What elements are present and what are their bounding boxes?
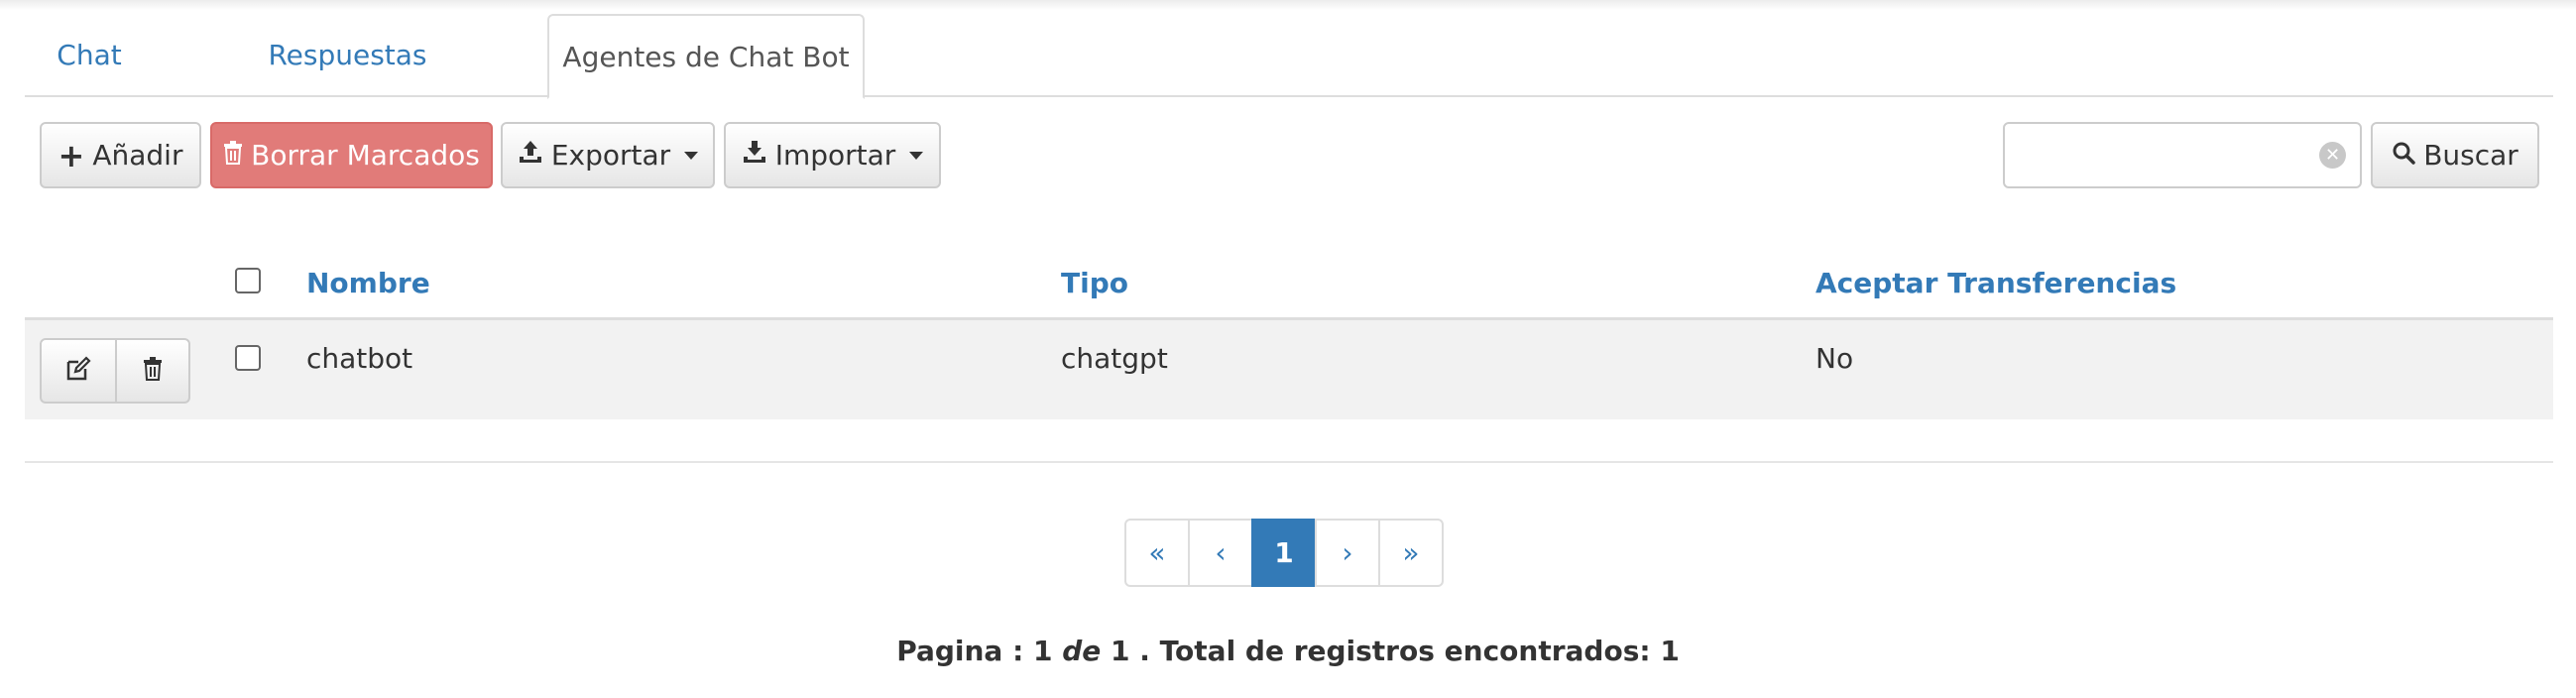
cell-tipo: chatgpt — [1061, 342, 1168, 375]
upload-icon — [518, 139, 543, 172]
export-button[interactable]: Exportar — [501, 122, 715, 188]
total-records: 1 — [1660, 635, 1680, 667]
plus-icon: + — [58, 136, 85, 174]
delete-marked-label: Borrar Marcados — [251, 139, 480, 172]
import-button[interactable]: Importar — [724, 122, 941, 188]
de-label: de — [1062, 635, 1102, 667]
cell-nombre: chatbot — [306, 342, 413, 375]
first-page-button[interactable]: « — [1124, 519, 1190, 587]
pagination-info: Pagina : 1 de 1 . Total de registros enc… — [0, 635, 2576, 667]
column-header-tipo[interactable]: Tipo — [1061, 267, 1128, 299]
select-all-checkbox[interactable] — [235, 268, 261, 293]
column-header-nombre[interactable]: Nombre — [306, 267, 430, 299]
cell-aceptar-transferencias: No — [1815, 342, 1854, 375]
chevron-down-icon — [909, 151, 924, 160]
current-page-number: 1 — [1033, 635, 1053, 667]
top-shadow — [0, 0, 2576, 10]
import-label: Importar — [774, 139, 896, 172]
trash-icon — [143, 357, 163, 385]
delete-marked-button[interactable]: Borrar Marcados — [210, 122, 493, 188]
prev-page-button[interactable]: ‹ — [1188, 519, 1253, 587]
clear-icon[interactable]: ✕ — [2319, 142, 2346, 169]
edit-button[interactable] — [42, 340, 115, 402]
table-row: chatbot chatgpt No — [25, 320, 2553, 419]
export-label: Exportar — [550, 139, 671, 172]
search-icon — [2392, 139, 2415, 172]
column-header-aceptar-transferencias[interactable]: Aceptar Transferencias — [1815, 267, 2176, 299]
tab-respuestas-rapidas[interactable]: Respuestas Rápidas — [216, 14, 479, 155]
search-field: ✕ — [2003, 122, 2362, 188]
add-button-label: Añadir — [92, 139, 183, 172]
search-input[interactable] — [2005, 124, 2312, 186]
tab-bar: Chat Broker Respuestas Rápidas Agentes d… — [25, 14, 2553, 155]
table-header: Nombre Tipo Aceptar Transferencias — [25, 253, 2553, 320]
pagina-label: Pagina : — [896, 635, 1024, 667]
pagination: « ‹ 1 › » — [1124, 519, 1444, 587]
last-page-button[interactable]: » — [1378, 519, 1444, 587]
tab-chat-broker[interactable]: Chat Broker — [30, 14, 149, 155]
current-page-button[interactable]: 1 — [1251, 519, 1317, 587]
download-icon — [742, 139, 767, 172]
trash-icon — [223, 139, 243, 172]
chevron-down-icon — [684, 151, 699, 160]
divider — [25, 461, 2553, 463]
add-button[interactable]: + Añadir — [40, 122, 201, 188]
row-checkbox[interactable] — [235, 345, 261, 371]
total-pages: 1 — [1111, 635, 1130, 667]
row-delete-button[interactable] — [115, 340, 188, 402]
edit-icon — [65, 356, 91, 386]
row-actions — [40, 338, 190, 404]
search-button[interactable]: Buscar — [2371, 122, 2539, 188]
total-label: . Total de registros encontrados: — [1139, 635, 1651, 667]
search-button-label: Buscar — [2423, 139, 2518, 172]
next-page-button[interactable]: › — [1315, 519, 1380, 587]
tab-agentes-chat-bot[interactable]: Agentes de Chat Bot — [547, 14, 865, 99]
